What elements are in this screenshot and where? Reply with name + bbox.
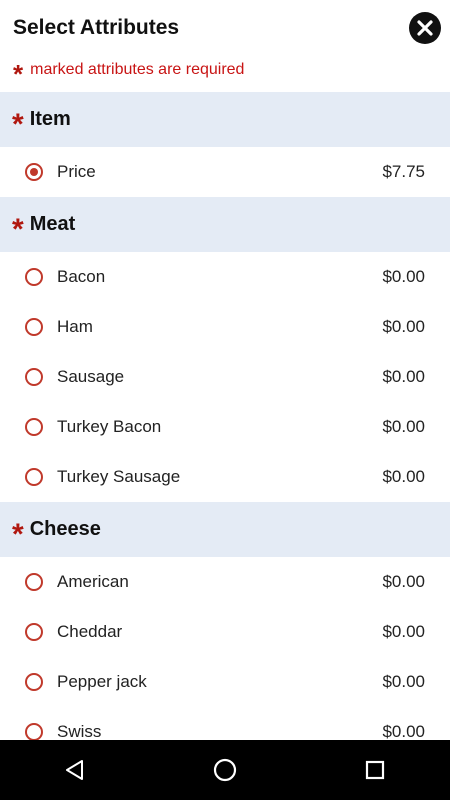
- option-price: $0.00: [382, 672, 425, 691]
- section-meat: * Meat Bacon $0.00 Ham $0.00 Sausage $0.…: [0, 197, 450, 502]
- option-row-sausage[interactable]: Sausage $0.00: [0, 352, 450, 402]
- required-star-icon: *: [13, 59, 24, 89]
- option-row-turkey-bacon[interactable]: Turkey Bacon $0.00: [0, 402, 450, 452]
- option-row-pepper-jack[interactable]: Pepper jack $0.00: [0, 657, 450, 707]
- required-star-icon: *: [12, 107, 24, 141]
- back-triangle-icon: [66, 760, 83, 780]
- option-label: Turkey Sausage: [57, 467, 181, 486]
- radio-button[interactable]: [25, 318, 43, 336]
- option-price: $0.00: [382, 267, 425, 286]
- option-price: $0.00: [382, 622, 425, 641]
- option-label: American: [57, 572, 129, 591]
- option-price: $0.00: [382, 722, 425, 740]
- option-price: $0.00: [382, 572, 425, 591]
- option-label: Price: [57, 162, 96, 181]
- dialog-header: Select Attributes * marked attributes ar…: [0, 0, 450, 92]
- back-button[interactable]: [45, 740, 105, 800]
- radio-button[interactable]: [25, 673, 43, 691]
- option-price: $0.00: [382, 367, 425, 386]
- option-label: Turkey Bacon: [57, 417, 162, 436]
- option-row-ham[interactable]: Ham $0.00: [0, 302, 450, 352]
- option-label: Sausage: [57, 367, 125, 386]
- option-price: $0.00: [382, 467, 425, 486]
- option-row-price[interactable]: Price $7.75: [0, 147, 450, 197]
- section-header: * Item: [0, 92, 450, 147]
- option-row-cheddar[interactable]: Cheddar $0.00: [0, 607, 450, 657]
- option-label: Cheddar: [57, 622, 123, 641]
- required-note: * marked attributes are required: [13, 58, 245, 89]
- option-label: Bacon: [57, 267, 106, 286]
- option-row-swiss[interactable]: Swiss $0.00: [0, 707, 450, 740]
- recents-button[interactable]: [345, 740, 405, 800]
- option-label: Ham: [57, 317, 93, 336]
- android-nav-bar: [0, 740, 450, 800]
- radio-button[interactable]: [25, 268, 43, 286]
- option-row-american[interactable]: American $0.00: [0, 557, 450, 607]
- home-button[interactable]: [195, 740, 255, 800]
- option-price: $0.00: [382, 317, 425, 336]
- required-star-icon: *: [12, 212, 24, 246]
- section-header: * Meat: [0, 197, 450, 252]
- radio-button[interactable]: [25, 573, 43, 591]
- option-price: $0.00: [382, 417, 425, 436]
- close-button[interactable]: [409, 12, 441, 44]
- required-star-icon: *: [12, 517, 24, 551]
- close-icon: [417, 20, 433, 36]
- section-item: * Item Price $7.75: [0, 92, 450, 197]
- section-title: Cheese: [29, 518, 101, 540]
- radio-button[interactable]: [25, 623, 43, 641]
- attributes-list[interactable]: * Item Price $7.75 * Meat Bacon $0.00 Ha…: [0, 92, 450, 740]
- option-row-bacon[interactable]: Bacon $0.00: [0, 252, 450, 302]
- section-cheese: * Cheese American $0.00 Cheddar $0.00 Pe…: [0, 502, 450, 740]
- section-title: Item: [29, 108, 71, 130]
- section-title: Meat: [29, 213, 76, 235]
- option-label: Swiss: [57, 722, 102, 740]
- option-label: Pepper jack: [57, 672, 147, 691]
- option-row-turkey-sausage[interactable]: Turkey Sausage $0.00: [0, 452, 450, 502]
- radio-button[interactable]: [25, 368, 43, 386]
- radio-button-checked[interactable]: [25, 163, 43, 181]
- option-price: $7.75: [382, 162, 425, 181]
- home-circle-icon: [213, 758, 237, 782]
- recents-square-icon: [365, 760, 385, 780]
- radio-button[interactable]: [25, 418, 43, 436]
- section-header: * Cheese: [0, 502, 450, 557]
- dialog-title: Select Attributes: [13, 16, 180, 39]
- radio-button[interactable]: [25, 723, 43, 740]
- required-note-text: marked attributes are required: [30, 61, 245, 78]
- radio-button[interactable]: [25, 468, 43, 486]
